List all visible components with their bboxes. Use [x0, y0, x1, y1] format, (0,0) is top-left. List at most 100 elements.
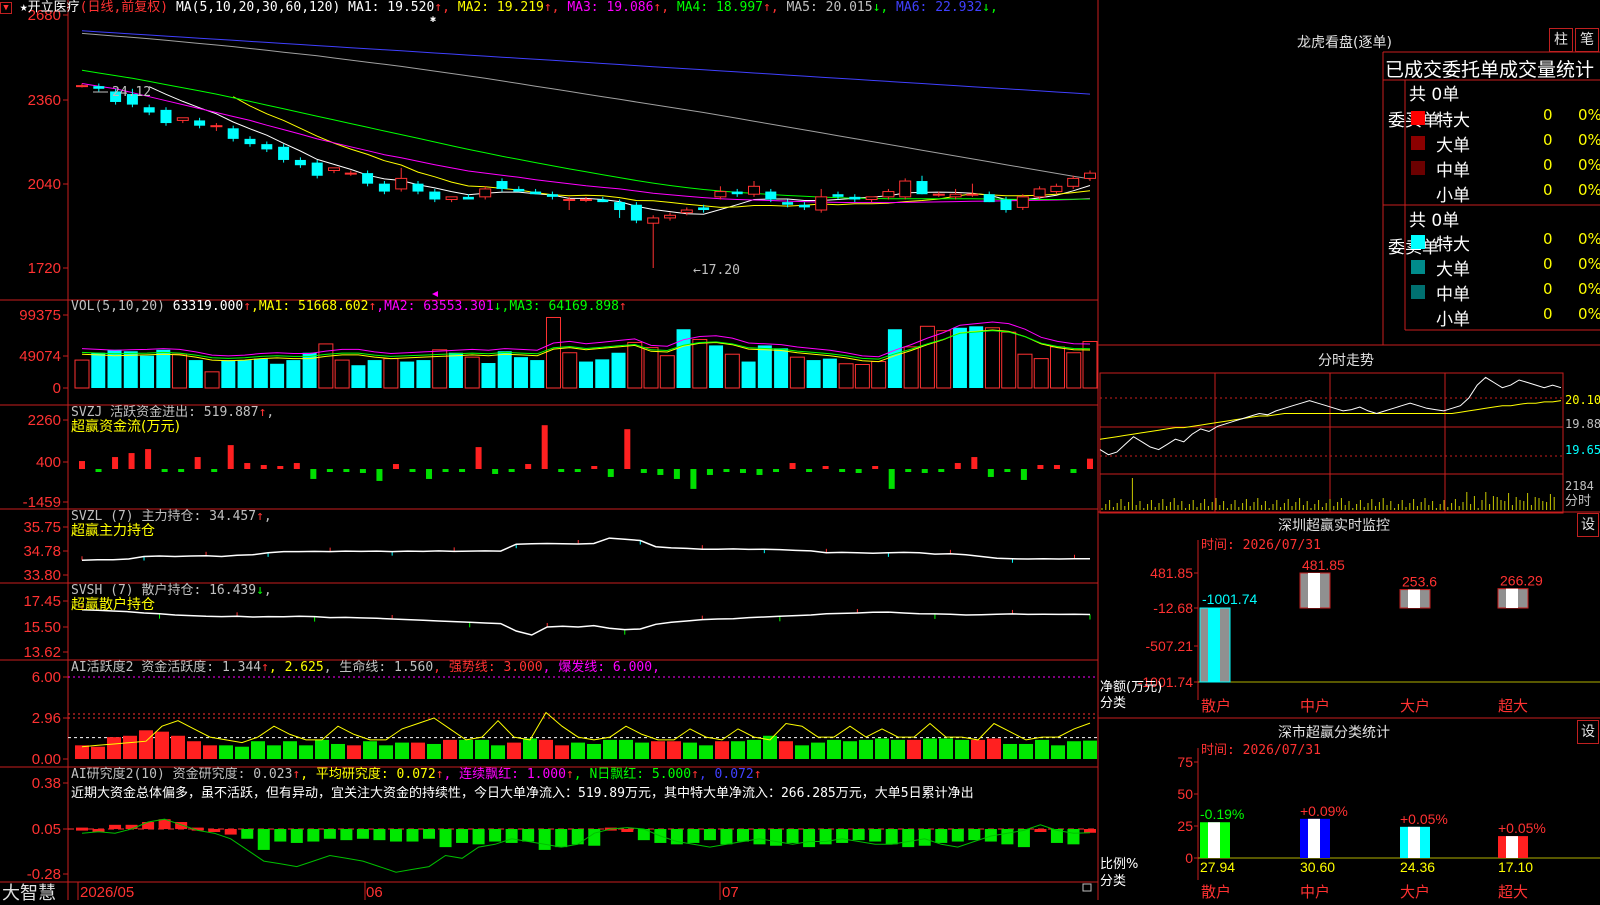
candle-body-9	[227, 128, 239, 139]
ai1-bar-46	[811, 742, 825, 759]
vol-bar-40	[724, 353, 740, 389]
ai2-bar-61	[1084, 829, 1096, 833]
fl-bar-3	[1498, 836, 1528, 858]
sz-bar-1	[1299, 572, 1331, 609]
svzj-bar-56	[1004, 469, 1011, 472]
bar-mode-button[interactable]: 柱	[1549, 28, 1573, 52]
svzj-bar-34	[640, 469, 647, 473]
candle-body-6	[176, 117, 189, 121]
candle-body-24	[479, 188, 492, 198]
svzj-bar-7	[194, 457, 201, 469]
ai1-bar-21	[411, 742, 425, 759]
sz-bar-0	[1199, 607, 1231, 683]
ma4-value: MA4: 18.997	[669, 0, 763, 15]
fl-bar-shine-1	[1308, 818, 1320, 858]
ai2-bar-0	[76, 827, 88, 831]
vol-bar-42	[757, 345, 772, 388]
sell-row-name-1: 大单	[1436, 260, 1470, 280]
ai2-bar-23	[456, 829, 469, 843]
candle-body-20	[412, 183, 424, 192]
svzj-bar-21	[426, 469, 433, 479]
ma6-value: MA6: 22.932	[888, 0, 983, 15]
ai2-bar-16	[340, 829, 353, 841]
vol-part-1: 63319.000	[164, 299, 244, 314]
ai2-bar-41	[753, 829, 766, 845]
buy-row-pct-2: 0%	[1578, 156, 1600, 174]
candle-body-7	[194, 120, 206, 126]
ai2-bar-42	[770, 829, 783, 846]
vol-bar-58	[1017, 353, 1033, 389]
svzl-axis-label-2: 33.80	[23, 567, 61, 584]
vol-bar-34	[627, 341, 643, 389]
ai2-bar-44	[803, 829, 816, 848]
svzj-part-2: ,	[266, 405, 275, 420]
lock-icon	[1082, 883, 1092, 892]
vol-bar-9	[221, 360, 236, 388]
candle-body-33	[630, 204, 642, 221]
sz-cat-label-1: 中户	[1300, 697, 1330, 715]
sell-row-swatch-1	[1411, 260, 1425, 274]
menu-icon[interactable]: ▼	[0, 1, 12, 14]
ai2-bar-38	[703, 829, 716, 841]
svzj-bar-17	[359, 469, 366, 473]
svzj-bar-18	[376, 469, 383, 481]
ai1-bar-7	[187, 741, 201, 759]
order-stats-tabs[interactable]: 已成交委托单成交量统计	[1385, 55, 1600, 82]
ai1-bar-4	[139, 730, 153, 759]
ma5-value: MA5: 20.015	[778, 0, 873, 15]
svzj-bar-60	[1070, 469, 1077, 473]
ai1-part-2: , 2.625	[268, 660, 324, 675]
sz-settings-button[interactable]: 设	[1577, 513, 1599, 537]
vol-bar-13	[286, 360, 301, 388]
candle-body-4	[143, 107, 155, 113]
sz-cat-label-3: 超大	[1498, 697, 1528, 715]
stock-name[interactable]: ★开立医疗	[20, 0, 80, 15]
fl-time: 时间: 2026/07/31	[1201, 743, 1321, 758]
ai1-bar-33	[603, 739, 617, 759]
fl-bar-shine-3	[1506, 836, 1518, 858]
svzl-subtitle: 超赢主力持仓	[71, 523, 155, 539]
fl-settings-button[interactable]: 设	[1577, 720, 1599, 744]
stock-mode[interactable]: (日线,前复权)	[80, 0, 168, 15]
vol-bar-21	[416, 360, 431, 388]
vol-bar-28	[530, 360, 545, 388]
candle-body-41	[765, 191, 777, 200]
fl-axis-label-1: 50	[1177, 786, 1193, 802]
candle-body-39	[731, 191, 743, 195]
ai1-bar-38	[683, 742, 697, 759]
svzj-bar-9	[227, 445, 234, 469]
ma-line-MA2	[232, 96, 1091, 208]
svzj-bar-0	[79, 461, 85, 469]
ma5-arrow: ↓,	[872, 0, 889, 15]
ai1-bar-54	[939, 738, 953, 759]
svzj-bar-28	[541, 425, 548, 469]
ai2-part-7: ↑	[691, 767, 699, 782]
candle-body-54	[983, 194, 995, 203]
svzj-bar-11	[260, 465, 267, 469]
svzj-bar-20	[409, 469, 416, 472]
ai2-part-2: , 平均研究度: 0.072	[300, 767, 436, 782]
vol-bar-29	[545, 316, 561, 389]
vol-bar-8	[204, 371, 220, 389]
vol-bar-16	[334, 359, 350, 389]
ai1-bar-52	[907, 739, 921, 759]
fl-cat-label-2: 大户	[1400, 883, 1430, 900]
ai1-bar-61	[1051, 745, 1065, 759]
buy-row-name-2: 中单	[1436, 161, 1470, 181]
ai1-bar-36	[651, 741, 665, 759]
tick-mode-button[interactable]: 笔	[1575, 28, 1599, 52]
svzj-bar-24	[475, 447, 482, 469]
vol-bar-51	[903, 346, 919, 389]
ai2-part-8: , 0.072	[698, 767, 754, 782]
sz-bar-label-0: -1001.74	[1202, 591, 1257, 607]
ai2-bar-51	[918, 829, 931, 846]
ai2-bar-9	[224, 829, 237, 835]
candle-body-44	[815, 196, 828, 211]
ai1-part-3: , 生命线: 1.560	[323, 660, 434, 675]
ai1-part-0: AI活跃度2 资金活跃度: 1.344	[71, 660, 262, 675]
price-axis-label-3: 1720	[28, 260, 61, 277]
ai1-bar-11	[251, 741, 265, 759]
ai2-bar-21	[423, 829, 436, 839]
sell-row-name-0: 特大	[1436, 235, 1470, 255]
ai1-bar-23	[443, 739, 457, 759]
